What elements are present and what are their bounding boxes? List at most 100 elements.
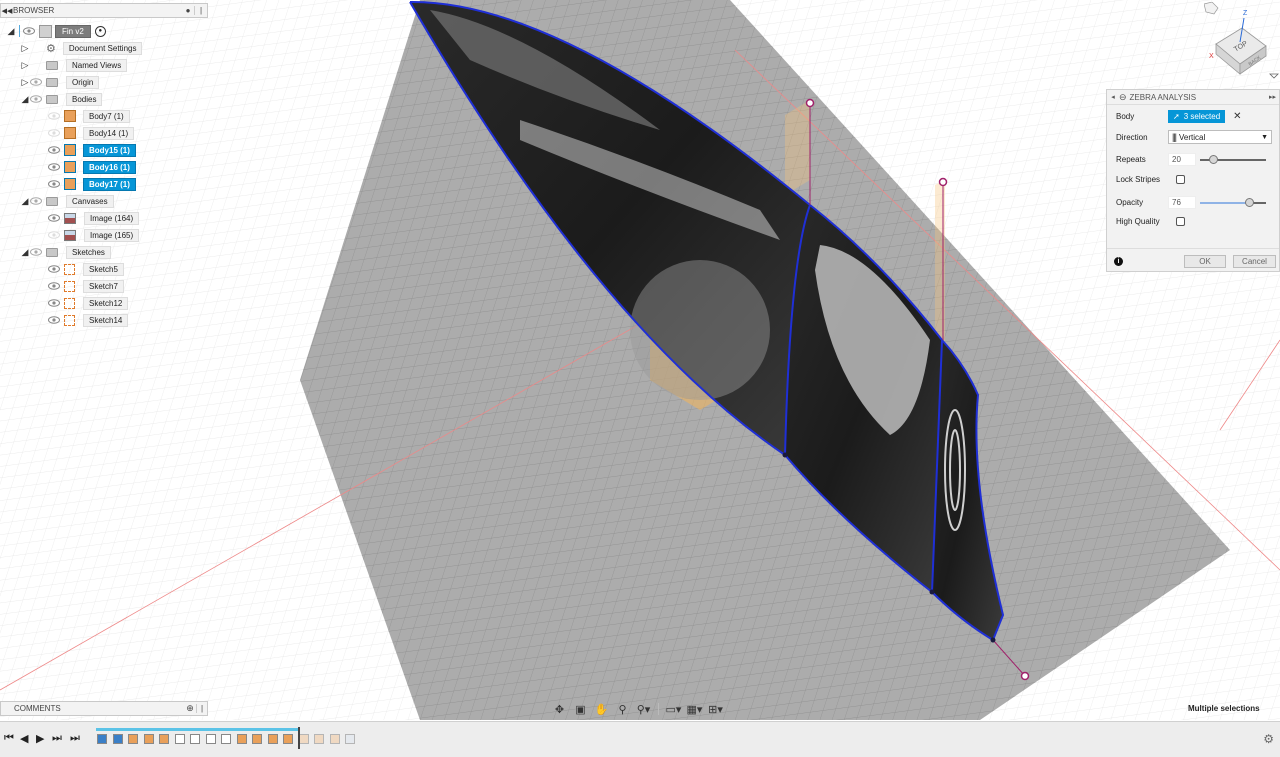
visibility-eye-icon[interactable] bbox=[48, 180, 60, 188]
display-settings-icon[interactable]: ▭▾ bbox=[664, 703, 683, 716]
visibility-eye-hidden-icon[interactable] bbox=[48, 129, 60, 137]
visibility-eye-icon[interactable] bbox=[48, 163, 60, 171]
visibility-eye-icon[interactable] bbox=[30, 95, 42, 103]
dialog-header[interactable]: ◂ ⊖ ZEBRA ANALYSIS ▸▸ bbox=[1107, 90, 1279, 105]
tree-item-origin[interactable]: ▷ Origin bbox=[20, 75, 100, 89]
timeline-feature-icon[interactable] bbox=[252, 734, 262, 744]
collapse-triangle-icon[interactable]: ◢ bbox=[20, 247, 30, 258]
tree-item-body15[interactable]: Body15 (1) bbox=[48, 143, 136, 157]
collapse-dialog-icon[interactable]: ◂ bbox=[1107, 93, 1119, 101]
timeline-feature-icon[interactable] bbox=[236, 734, 247, 744]
expand-dialog-icon[interactable]: ▸▸ bbox=[1269, 93, 1276, 101]
activate-radio-icon[interactable]: ● bbox=[94, 25, 106, 37]
timeline-playhead[interactable] bbox=[298, 727, 300, 749]
timeline-feature-icon[interactable] bbox=[128, 734, 138, 744]
visibility-eye-icon[interactable] bbox=[30, 248, 42, 256]
ok-button[interactable]: OK bbox=[1184, 255, 1226, 268]
tree-item-named-views[interactable]: ▷ Named Views bbox=[20, 58, 128, 72]
body-selection-button[interactable]: ➚ 3 selected bbox=[1168, 110, 1226, 123]
expand-icon[interactable]: | bbox=[194, 6, 207, 15]
expand-triangle-icon[interactable]: ▷ bbox=[20, 77, 30, 88]
timeline-feature-icon[interactable] bbox=[143, 734, 154, 744]
visibility-eye-icon[interactable] bbox=[48, 299, 60, 307]
visibility-eye-icon[interactable] bbox=[23, 27, 35, 35]
timeline-feature-icon[interactable] bbox=[97, 734, 107, 744]
opacity-slider[interactable] bbox=[1200, 197, 1266, 209]
visibility-eye-icon[interactable] bbox=[48, 282, 60, 290]
cancel-button[interactable]: Cancel bbox=[1233, 255, 1276, 268]
clear-selection-icon[interactable]: ✕ bbox=[1233, 111, 1241, 122]
comments-panel[interactable]: COMMENTS ⊕ | bbox=[0, 701, 208, 716]
visibility-eye-icon[interactable] bbox=[48, 146, 60, 154]
last-step-icon[interactable]: ⏭ bbox=[70, 732, 80, 745]
expand-triangle-icon[interactable]: ▷ bbox=[20, 43, 30, 54]
expand-triangle-icon[interactable]: ▷ bbox=[20, 60, 30, 71]
collapse-triangle-icon[interactable]: ◢ bbox=[6, 26, 16, 37]
tree-item-canvases[interactable]: ◢ Canvases bbox=[20, 194, 114, 208]
tree-item-body7[interactable]: Body7 (1) bbox=[48, 109, 130, 123]
expand-icon[interactable]: | bbox=[196, 704, 207, 713]
lock-stripes-checkbox[interactable] bbox=[1176, 175, 1185, 184]
repeats-slider[interactable] bbox=[1200, 154, 1266, 166]
sketch-icon bbox=[64, 314, 75, 326]
tree-item-bodies[interactable]: ◢ Bodies bbox=[20, 92, 103, 106]
visibility-eye-icon[interactable] bbox=[30, 197, 42, 205]
timeline-feature-icon[interactable] bbox=[283, 734, 293, 744]
visibility-eye-icon[interactable] bbox=[48, 316, 60, 324]
info-icon[interactable]: i bbox=[1114, 257, 1123, 266]
repeats-input[interactable]: 20 bbox=[1168, 153, 1196, 166]
visibility-eye-hidden-icon[interactable] bbox=[48, 112, 60, 120]
viewcube[interactable]: TOP BACK Z X bbox=[1203, 1, 1280, 86]
timeline-feature-icon[interactable] bbox=[298, 734, 309, 744]
timeline-feature-icon[interactable] bbox=[159, 734, 169, 744]
tree-item-body16[interactable]: Body16 (1) bbox=[48, 160, 136, 174]
slider-knob[interactable] bbox=[1209, 154, 1218, 164]
timeline-feature-icon[interactable] bbox=[329, 734, 340, 744]
tree-item-image-164[interactable]: Image (164) bbox=[48, 211, 140, 225]
visibility-eye-icon[interactable] bbox=[48, 214, 60, 222]
opacity-input[interactable]: 76 bbox=[1168, 196, 1196, 209]
tree-item-body14[interactable]: Body14 (1) bbox=[48, 126, 135, 140]
orbit-icon[interactable]: ✥ bbox=[550, 703, 569, 716]
pin-icon[interactable]: ● bbox=[182, 6, 194, 15]
tree-item-image-165[interactable]: Image (165) bbox=[48, 228, 140, 242]
tree-item-document-settings[interactable]: ▷ ⚙ Document Settings bbox=[20, 41, 143, 55]
zoom-icon[interactable]: ⚲ bbox=[613, 703, 632, 716]
timeline-feature-icon[interactable] bbox=[314, 734, 324, 744]
timeline-feature-icon[interactable] bbox=[112, 734, 123, 744]
look-at-icon[interactable]: ▣ bbox=[571, 703, 590, 716]
tree-item-sketches[interactable]: ◢ Sketches bbox=[20, 245, 111, 259]
timeline-feature-icon[interactable] bbox=[221, 734, 231, 744]
grid-icon[interactable]: ▦▾ bbox=[685, 703, 704, 716]
tree-item-sketch14[interactable]: Sketch14 bbox=[48, 313, 129, 327]
3d-viewport[interactable] bbox=[0, 0, 1280, 720]
next-step-icon[interactable]: ⏭ bbox=[52, 732, 62, 745]
gear-icon[interactable]: ⚙ bbox=[1263, 732, 1274, 746]
zoom-window-icon[interactable]: ⚲▾ bbox=[634, 703, 653, 716]
timeline-feature-icon[interactable] bbox=[205, 734, 216, 744]
tree-item-sketch7[interactable]: Sketch7 bbox=[48, 279, 124, 293]
timeline-feature-icon[interactable] bbox=[174, 734, 185, 744]
add-comment-icon[interactable]: ⊕ bbox=[184, 703, 196, 714]
visibility-eye-icon[interactable] bbox=[48, 265, 60, 273]
tree-item-sketch5[interactable]: Sketch5 bbox=[48, 262, 124, 276]
direction-dropdown[interactable]: ||| Vertical ▼ bbox=[1168, 130, 1272, 144]
visibility-eye-icon[interactable] bbox=[30, 78, 42, 86]
visibility-eye-hidden-icon[interactable] bbox=[48, 231, 60, 239]
tree-item-body17[interactable]: Body17 (1) bbox=[48, 177, 136, 191]
collapse-triangle-icon[interactable]: ◢ bbox=[20, 196, 30, 207]
previous-step-icon[interactable]: ◀ bbox=[20, 732, 28, 745]
tree-root[interactable]: ◢ Fin v2 ● bbox=[6, 24, 106, 38]
collapse-panel-icon[interactable]: ◀◀ bbox=[1, 7, 13, 15]
pan-icon[interactable]: ✋ bbox=[592, 703, 611, 716]
timeline-feature-icon[interactable] bbox=[345, 734, 355, 744]
viewports-icon[interactable]: ⊞▾ bbox=[706, 703, 725, 716]
play-icon[interactable]: ▶ bbox=[36, 732, 44, 745]
first-step-icon[interactable]: ⏮ bbox=[4, 732, 14, 745]
timeline-feature-icon[interactable] bbox=[190, 734, 200, 744]
timeline-feature-icon[interactable] bbox=[267, 734, 278, 744]
high-quality-checkbox[interactable] bbox=[1176, 217, 1185, 226]
tree-item-sketch12[interactable]: Sketch12 bbox=[48, 296, 129, 310]
collapse-triangle-icon[interactable]: ◢ bbox=[20, 94, 30, 105]
slider-knob[interactable] bbox=[1245, 197, 1254, 207]
